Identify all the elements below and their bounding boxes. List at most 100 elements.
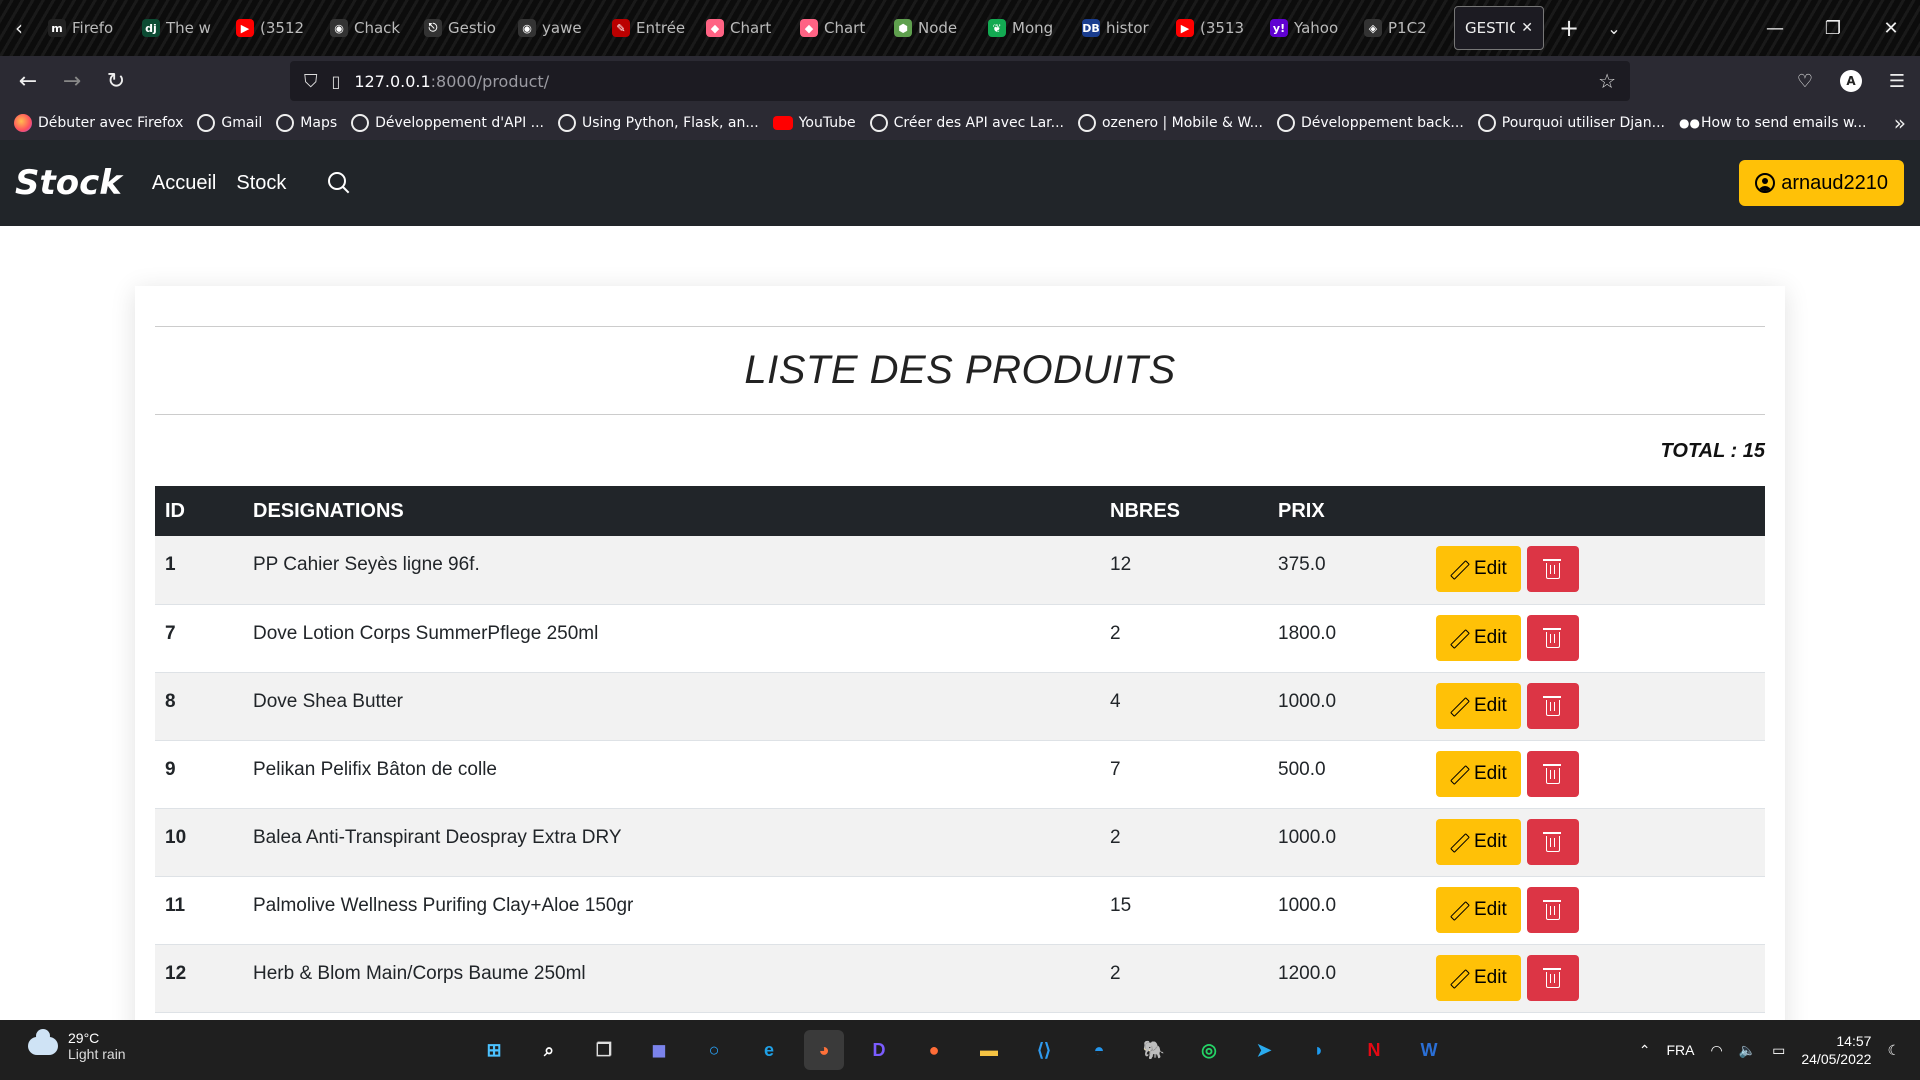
notification-icon[interactable]: ☾ [1887,1042,1900,1059]
user-button[interactable]: arnaud2210 [1739,160,1904,206]
brand-logo[interactable]: Stock [15,163,122,203]
delete-button[interactable] [1526,750,1579,797]
bookmark-item[interactable]: Développement d'API ... [351,114,544,132]
app-w-icon[interactable]: W [1409,1030,1449,1070]
edge-icon[interactable]: e [749,1030,789,1070]
twitter-icon[interactable]: ◗ [1299,1030,1339,1070]
bookmark-item[interactable]: Débuter avec Firefox [14,114,183,132]
bookmark-item[interactable]: Pourquoi utiliser Djan... [1477,114,1665,132]
postgres-icon[interactable]: 🐘 [1134,1030,1174,1070]
tab-label: Gestio [448,19,496,37]
url-bar[interactable]: ⛉ ▯ 127.0.0.1:8000/product/ ☆ [290,61,1630,101]
nav-link-accueil[interactable]: Accueil [152,172,216,195]
delete-button[interactable] [1526,818,1579,865]
tab-8[interactable]: ◆ Chart [790,6,884,50]
chat-icon[interactable]: ◼ [639,1030,679,1070]
nav-link-stock[interactable]: Stock [236,172,286,195]
cell-designation: Herb & Blom Main/Corps Baume 250ml [253,962,586,984]
minimize-icon[interactable]: — [1746,18,1804,39]
chevron-up-icon[interactable]: ⌃ [1639,1042,1651,1059]
close-window-icon[interactable]: ✕ [1862,18,1920,39]
close-icon[interactable]: ✕ [1521,20,1533,36]
bookmark-item[interactable]: YouTube [772,115,856,131]
new-tab-icon[interactable]: + [1544,14,1594,42]
chevron-down-icon[interactable]: ⌄ [1594,19,1634,38]
netflix-icon[interactable]: N [1354,1030,1394,1070]
tab-favicon-icon: ◆ [800,19,818,37]
search-icon[interactable]: ⌕ [529,1030,569,1070]
forward-icon[interactable]: → [50,69,94,94]
files-icon[interactable]: ▬ [969,1030,1009,1070]
cell-actions: Edit [1426,944,1765,1012]
tab-4[interactable]: ⎋ Gestio [414,6,508,50]
back-icon[interactable]: ← [6,69,50,94]
tab-11[interactable]: DB histor [1072,6,1166,50]
cortana-icon[interactable]: ○ [694,1030,734,1070]
search-icon[interactable] [328,172,350,194]
postman-icon[interactable]: ● [914,1030,954,1070]
star-icon[interactable]: ☆ [1598,69,1616,93]
delete-button[interactable] [1526,682,1579,729]
cell-id: 11 [165,894,186,916]
vscode-icon[interactable]: ⟨⟩ [1024,1030,1064,1070]
tab-0[interactable]: m Firefo [38,6,132,50]
docker-icon[interactable]: ◓ [1079,1030,1119,1070]
clock[interactable]: 14:57 24/05/2022 [1801,1032,1871,1068]
bookmark-item[interactable]: ozenero | Mobile & W... [1077,114,1263,132]
tab-9[interactable]: ⬢ Node [884,6,978,50]
bookmark-item[interactable]: Using Python, Flask, an... [558,114,759,132]
table-row: 8 Dove Shea Butter 4 1000.0 Edit [155,672,1765,740]
delete-button[interactable] [1526,546,1579,592]
edit-button[interactable]: Edit [1436,546,1521,592]
bookmark-item[interactable]: Créer des API avec Lar... [869,114,1064,132]
tab-label: Entrée [636,19,686,37]
wifi-icon[interactable]: ◠ [1710,1042,1722,1059]
edit-button[interactable]: Edit [1436,614,1521,661]
delete-button[interactable] [1526,614,1579,661]
tab-1[interactable]: dj The w [132,6,226,50]
app-d-icon[interactable]: D [859,1030,899,1070]
chevron-double-right-icon[interactable]: » [1894,111,1906,135]
restore-icon[interactable]: ❐ [1804,18,1862,39]
tab-7[interactable]: ◆ Chart [696,6,790,50]
language-indicator[interactable]: FRA [1666,1042,1694,1058]
task-view-icon[interactable]: ❐ [584,1030,624,1070]
tab-12[interactable]: ▶ (3513 [1166,6,1260,50]
tab-14[interactable]: ◈ P1C2 [1354,6,1448,50]
bookmark-item[interactable]: Développement back... [1276,114,1464,132]
tab-2[interactable]: ▶ (3512 [226,6,320,50]
menu-icon[interactable]: ☰ [1874,71,1920,92]
account-icon[interactable]: A [1840,70,1862,92]
delete-button[interactable] [1526,886,1579,933]
edit-button[interactable]: Edit [1436,886,1521,933]
edit-button[interactable]: Edit [1436,750,1521,797]
edit-button[interactable]: Edit [1436,818,1521,865]
weather-widget[interactable]: 29°C Light rain [28,1029,126,1062]
tab-5[interactable]: ◉ yawe [508,6,602,50]
tab-6[interactable]: ✎ Entrée [602,6,696,50]
telegram-icon[interactable]: ➤ [1244,1030,1284,1070]
volume-icon[interactable]: 🔈 [1739,1042,1756,1059]
delete-button[interactable] [1526,954,1579,1001]
tab-10[interactable]: ❦ Mong [978,6,1072,50]
bookmark-item[interactable]: Gmail [197,114,262,132]
taskbar: 29°C Light rain ⊞ ⌕ ❐ ◼ ○ e ◕ D ● ▬ ⟨⟩ ◓ 🐘 ◎ ➤ ◗ N W ⌃ FR… [0,1020,1920,1080]
edit-button[interactable]: Edit [1436,954,1521,1001]
start-icon[interactable]: ⊞ [474,1030,514,1070]
bookmark-item[interactable]: ●● How to send emails w... [1679,115,1866,131]
edit-label: Edit [1474,966,1507,988]
whatsapp-icon[interactable]: ◎ [1189,1030,1229,1070]
tab-13[interactable]: y! Yahoo [1260,6,1354,50]
battery-icon[interactable]: ▭ [1772,1042,1785,1059]
bookmark-label: Pourquoi utiliser Djan... [1501,115,1665,131]
bookmark-item[interactable]: Maps [276,114,337,132]
shield-icon[interactable]: ⛉ [304,71,318,92]
tab-3[interactable]: ◉ Chack [320,6,414,50]
pocket-icon[interactable]: ♡ [1782,71,1828,92]
reload-icon[interactable]: ↻ [94,69,138,94]
tab-scroll-left-icon[interactable]: ‹ [0,16,38,40]
edit-button[interactable]: Edit [1436,682,1521,729]
tab-active[interactable]: GESTIO ✕ [1454,6,1544,50]
firefox-icon[interactable]: ◕ [804,1030,844,1070]
tab-favicon-icon: DB [1082,19,1100,37]
